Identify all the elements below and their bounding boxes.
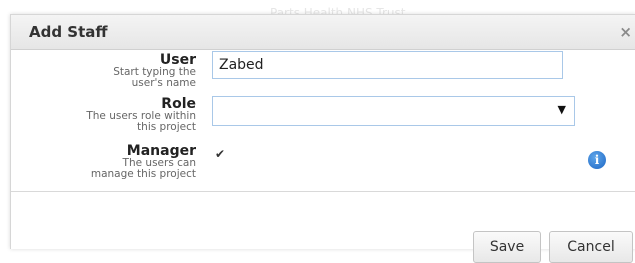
dialog-title: Add Staff (29, 23, 108, 41)
manager-help-line2: manage this project (90, 168, 196, 180)
manager-checkbox[interactable]: ✔ (214, 148, 226, 160)
dropdown-arrow-icon: ▼ (557, 103, 566, 116)
close-icon[interactable]: × (619, 24, 632, 40)
role-label-group: Role The users role within this project (33, 97, 196, 133)
footer-divider (11, 191, 635, 192)
user-input[interactable] (212, 51, 563, 79)
cancel-button[interactable]: Cancel (549, 231, 633, 263)
manager-label-group: Manager The users can manage this projec… (33, 144, 196, 180)
save-button[interactable]: Save (473, 231, 541, 263)
role-select[interactable]: ▼ (212, 96, 575, 126)
role-label: Role (161, 96, 196, 112)
user-label-group: User Start typing the user's name (33, 53, 196, 89)
info-icon[interactable]: i (588, 151, 606, 169)
manager-label: Manager (126, 143, 196, 159)
user-label: User (159, 52, 196, 68)
role-help-line2: this project (137, 121, 196, 133)
add-staff-dialog: Add Staff × User Start typing the user's… (10, 14, 635, 263)
dialog-titlebar[interactable]: Add Staff × (11, 15, 635, 50)
user-help-line2: user's name (131, 77, 196, 89)
